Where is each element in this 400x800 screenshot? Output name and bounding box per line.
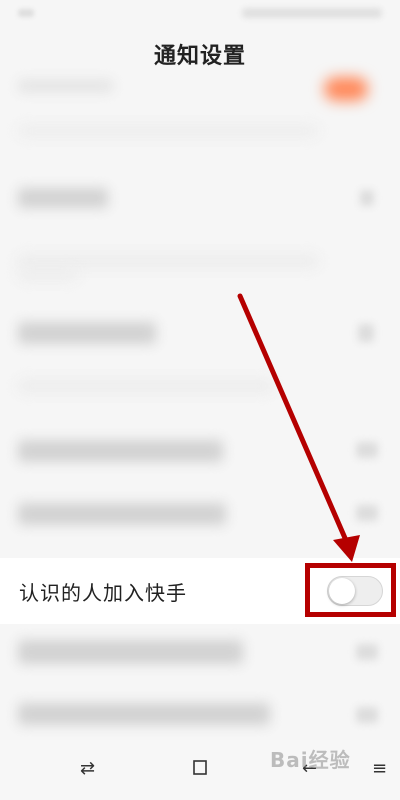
blurred-section-note: [18, 255, 318, 267]
blurred-setting-row[interactable]: [18, 640, 243, 664]
status-bar: [0, 0, 400, 28]
blurred-setting-row[interactable]: [18, 188, 108, 208]
blurred-setting-row[interactable]: [18, 322, 156, 344]
annotation-arrow: [237, 293, 360, 562]
blurred-toggle-on[interactable]: [324, 77, 368, 101]
status-time: [18, 9, 34, 17]
blurred-section-note: [18, 270, 78, 280]
blurred-toggle[interactable]: [356, 707, 378, 723]
notification-settings-screen: 通知设置 认识的人加入快手 ⇄ ← ≡ Bai经验: [0, 0, 400, 800]
chevron-right-icon: [360, 190, 374, 206]
blurred-toggle[interactable]: [356, 644, 378, 660]
switch-arrows-icon[interactable]: ⇄: [80, 760, 95, 778]
blurred-toggle[interactable]: [356, 442, 378, 458]
menu-icon[interactable]: ≡: [372, 760, 387, 778]
setting-label: 认识的人加入快手: [19, 581, 187, 605]
annotation-highlight-box: [305, 563, 396, 617]
square-icon[interactable]: [192, 760, 208, 780]
chevron-right-icon: [358, 324, 374, 342]
status-indicators: [242, 8, 382, 18]
page-title: 通知设置: [153, 44, 246, 69]
blurred-setting-row[interactable]: [18, 440, 223, 462]
watermark: Bai经验: [270, 748, 351, 772]
blurred-section-note: [18, 380, 273, 392]
blurred-section-note: [18, 126, 318, 136]
blurred-setting-row[interactable]: [18, 503, 226, 525]
blurred-setting-row[interactable]: [18, 703, 270, 725]
blurred-setting-row[interactable]: [18, 80, 113, 92]
blurred-toggle[interactable]: [356, 505, 378, 521]
